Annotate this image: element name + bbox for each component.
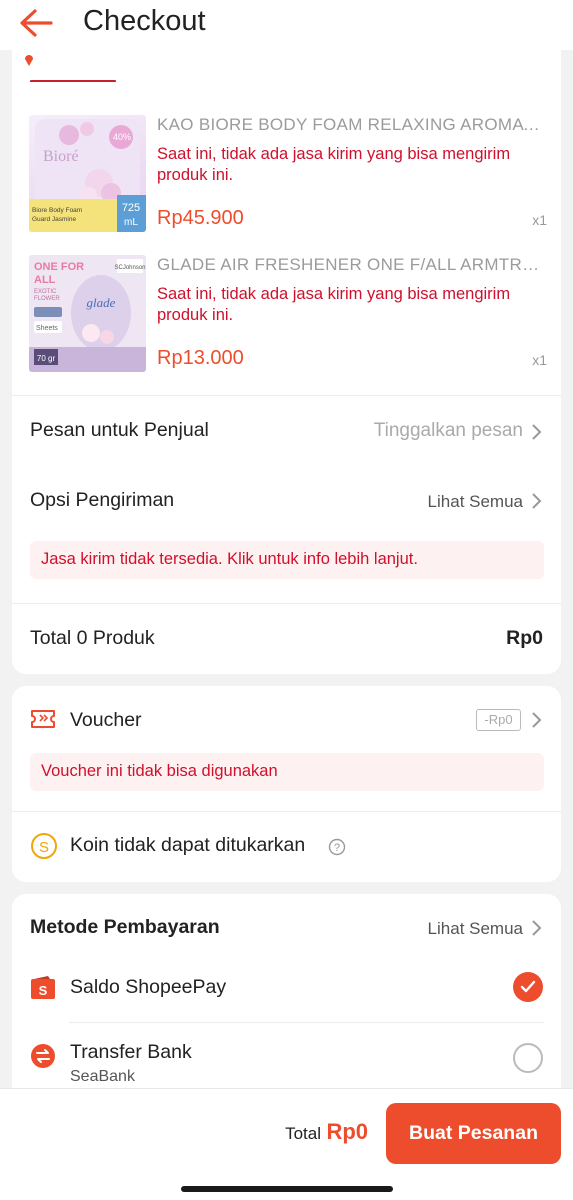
order-total-row: Total 0 Produk Rp0 <box>12 604 561 674</box>
chevron-right-icon <box>532 424 542 440</box>
voucher-ticket-icon <box>31 710 55 728</box>
shipping-warning: Saat ini, tidak ada jasa kirim yang bisa… <box>157 145 511 184</box>
svg-text:S: S <box>39 839 49 856</box>
svg-text:Guard Jasmine: Guard Jasmine <box>32 216 76 223</box>
shipping-option-row[interactable]: Opsi Pengiriman Lihat Semua <box>12 467 561 537</box>
payment-option-shopeepay[interactable]: S Saldo ShopeePay <box>12 958 561 1022</box>
svg-text:40%: 40% <box>113 132 131 142</box>
coin-icon: S <box>31 833 57 859</box>
svg-text:SCJohnson: SCJohnson <box>114 265 145 271</box>
location-pin-icon <box>25 55 33 66</box>
arrow-left-icon <box>20 9 53 37</box>
svg-text:EXOTIC: EXOTIC <box>34 289 57 295</box>
page-title: Checkout <box>83 5 206 37</box>
product-price: Rp13.000 <box>157 347 244 369</box>
svg-text:70 gr: 70 gr <box>37 354 56 363</box>
top-bar: Checkout <box>0 0 573 50</box>
checkout-footer: Total Rp0 Buat Pesanan <box>0 1088 573 1200</box>
product-quantity: x1 <box>532 352 547 368</box>
shipping-see-all-link[interactable]: Lihat Semua <box>428 492 523 512</box>
glade-package-image: ONE FOR ALL EXOTIC FLOWER SCJohnson Shee… <box>29 255 146 372</box>
svg-text:glade: glade <box>87 295 116 310</box>
svg-text:Bioré: Bioré <box>43 148 79 165</box>
svg-text:mL: mL <box>124 217 138 228</box>
biore-package-image: 40% Bioré Biore Body Foam Guard Jasmine … <box>29 119 146 232</box>
bank-transfer-icon <box>31 1044 55 1068</box>
seller-message-placeholder[interactable]: Tinggalkan pesan <box>374 420 523 442</box>
product-name: KAO BIORE BODY FOAM RELAXING AROMATIC ..… <box>157 115 547 134</box>
footer-total-value: Rp0 <box>326 1119 368 1144</box>
footer-total-label: Total <box>285 1124 321 1143</box>
bank-name: SeaBank <box>70 1068 135 1085</box>
shipping-unavailable-alert[interactable]: Jasa kirim tidak tersedia. Klik untuk in… <box>30 541 544 579</box>
voucher-value-chip: -Rp0 <box>476 709 521 731</box>
payment-card: Metode Pembayaran Lihat Semua S Saldo Sh… <box>12 894 561 1094</box>
coins-row: S Koin tidak dapat ditukarkan ? <box>12 812 561 882</box>
coins-label: Koin tidak dapat ditukarkan <box>70 834 306 856</box>
svg-text:725: 725 <box>122 202 140 214</box>
svg-text:FLOWER: FLOWER <box>34 296 60 302</box>
product-image: ONE FOR ALL EXOTIC FLOWER SCJohnson Shee… <box>29 255 146 372</box>
svg-text:ALL: ALL <box>34 274 56 286</box>
selected-check-icon[interactable] <box>513 972 543 1002</box>
shipping-warning: Saat ini, tidak ada jasa kirim yang bisa… <box>157 285 511 324</box>
seller-message-label: Pesan untuk Penjual <box>30 419 209 441</box>
shipping-option-label: Opsi Pengiriman <box>30 489 175 511</box>
voucher-row[interactable]: Voucher -Rp0 <box>12 686 561 752</box>
payment-see-all-link[interactable]: Lihat Semua <box>428 919 523 939</box>
home-indicator[interactable] <box>181 1186 393 1192</box>
radio-unselected[interactable] <box>513 1043 543 1073</box>
payment-option-label: Saldo ShopeePay <box>70 976 227 998</box>
product-name: GLADE AIR FRESHENER ONE F/ALL ARMTRP E..… <box>157 255 547 274</box>
svg-text:ONE FOR: ONE FOR <box>34 261 84 273</box>
payment-option-bank-transfer[interactable]: Transfer Bank SeaBank <box>12 1023 561 1094</box>
back-button[interactable] <box>18 6 54 40</box>
help-icon[interactable]: ? <box>328 838 346 856</box>
product-quantity: x1 <box>532 212 547 228</box>
svg-text:?: ? <box>334 842 340 854</box>
order-total-label: Total 0 Produk <box>30 627 155 649</box>
order-items-card: 40% Bioré Biore Body Foam Guard Jasmine … <box>12 82 561 674</box>
seller-message-row[interactable]: Pesan untuk Penjual Tinggalkan pesan <box>12 396 561 466</box>
order-total-value: Rp0 <box>506 627 543 649</box>
place-order-button[interactable]: Buat Pesanan <box>386 1103 561 1164</box>
voucher-card: Voucher -Rp0 Voucher ini tidak bisa digu… <box>12 686 561 882</box>
chevron-right-icon <box>532 712 542 728</box>
chevron-right-icon <box>532 920 542 936</box>
payment-method-title: Metode Pembayaran <box>30 916 220 938</box>
chevron-right-icon <box>532 493 542 509</box>
payment-option-label: Transfer Bank <box>70 1041 192 1063</box>
svg-text:S: S <box>39 983 48 998</box>
product-price: Rp45.900 <box>157 207 244 229</box>
product-item[interactable]: ONE FOR ALL EXOTIC FLOWER SCJohnson Shee… <box>29 255 549 375</box>
product-image: 40% Bioré Biore Body Foam Guard Jasmine … <box>29 115 146 232</box>
voucher-invalid-alert: Voucher ini tidak bisa digunakan <box>30 753 544 791</box>
svg-text:Biore Body Foam: Biore Body Foam <box>32 207 82 214</box>
wallet-icon: S <box>31 976 55 999</box>
svg-text:Sheets: Sheets <box>36 325 58 332</box>
voucher-label: Voucher <box>70 709 142 731</box>
product-item[interactable]: 40% Bioré Biore Body Foam Guard Jasmine … <box>29 115 549 235</box>
